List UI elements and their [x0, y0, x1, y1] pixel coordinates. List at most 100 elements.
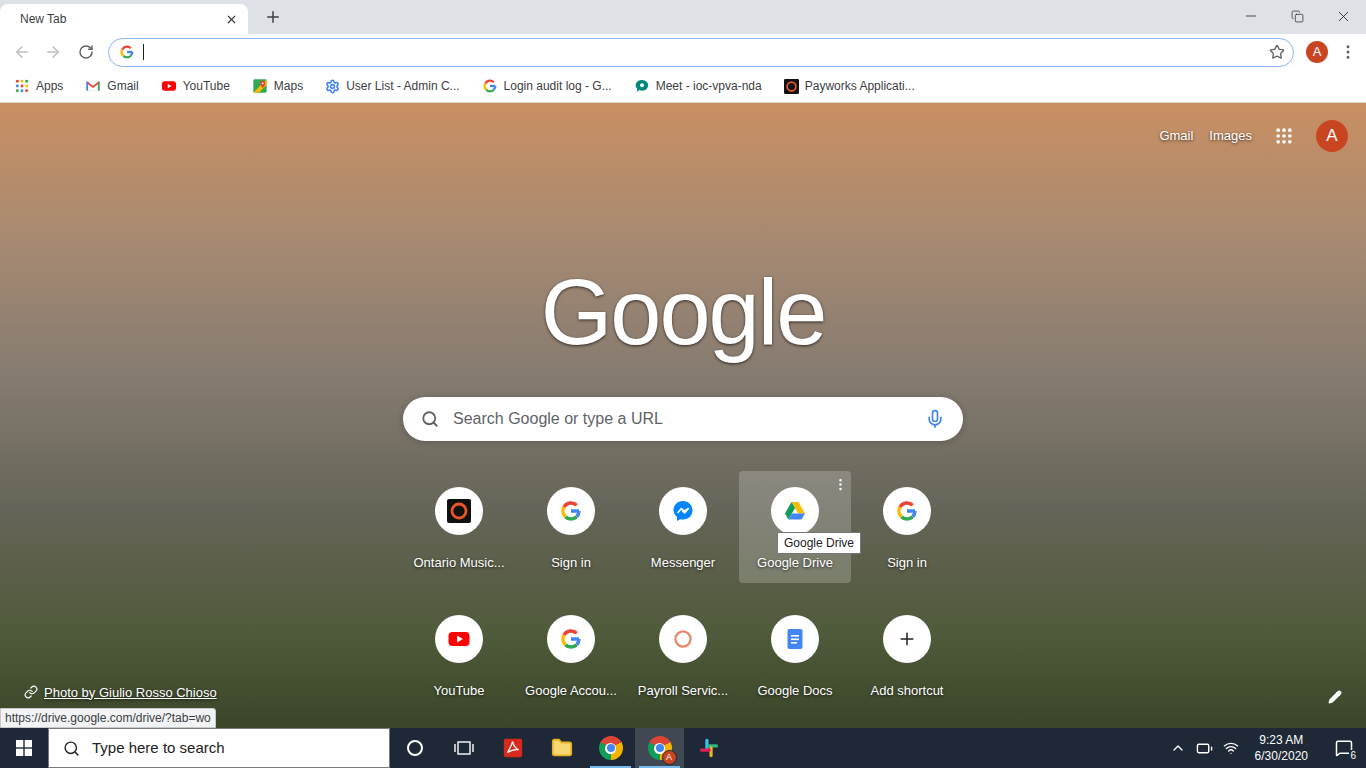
profile-avatar[interactable]: A: [1306, 41, 1328, 63]
shortcut-label: Google Docs: [757, 683, 832, 699]
taskbar-item[interactable]: A: [635, 728, 684, 768]
shortcut-tile[interactable]: Google Docs: [739, 599, 851, 711]
shortcut-icon-circle: [883, 487, 931, 535]
bookmark-label: Login audit log - G...: [504, 77, 612, 95]
google-icon: [482, 78, 498, 94]
google-icon: [119, 44, 135, 60]
toolbar: A: [0, 34, 1366, 70]
customize-button[interactable]: [1328, 690, 1342, 704]
back-button[interactable]: [8, 38, 36, 66]
google-logo: Google: [541, 262, 826, 362]
shortcut-tile[interactable]: Add shortcut: [851, 599, 963, 711]
shortcut-tile[interactable]: YouTube: [403, 599, 515, 711]
shortcut-tile[interactable]: Google DriveGoogle Drive: [739, 471, 851, 583]
menu-button[interactable]: [1336, 38, 1360, 66]
shortcut-tile[interactable]: Sign in: [851, 471, 963, 583]
bookmark[interactable]: Login audit log - G...: [478, 74, 616, 98]
bookmark[interactable]: Payworks Applicati...: [780, 74, 919, 98]
chrome-icon: A: [648, 736, 672, 760]
docs-icon: [783, 627, 807, 651]
close-button[interactable]: [1320, 0, 1366, 32]
search-box[interactable]: Search Google or type a URL: [403, 397, 963, 441]
window-controls: [1228, 0, 1366, 32]
shortcut-tile[interactable]: Sign in: [515, 471, 627, 583]
taskbar-item[interactable]: [439, 728, 488, 768]
shortcut-label: Ontario Music...: [413, 555, 504, 571]
tab-title: New Tab: [20, 10, 66, 28]
chrome-icon: [599, 736, 623, 760]
browser-tab[interactable]: New Tab: [0, 4, 248, 34]
google-icon: [895, 499, 919, 523]
shortcut-label: Payroll Servic...: [638, 683, 728, 699]
apps-grid-icon: [14, 78, 30, 94]
bookmark-star-icon[interactable]: [1269, 44, 1285, 60]
shortcut-tile[interactable]: Google Accou...: [515, 599, 627, 711]
photo-credit[interactable]: Photo by Giulio Rosso Chioso: [24, 683, 217, 703]
shortcut-tile[interactable]: Messenger: [627, 471, 739, 583]
battery-icon[interactable]: [1196, 740, 1213, 757]
action-center-button[interactable]: 6: [1324, 728, 1364, 768]
google-apps-button[interactable]: [1268, 120, 1300, 152]
link-icon: [24, 685, 38, 699]
screen: New Tab A Apps Gmail YouTube Maps User List - …: [0, 0, 1366, 768]
bookmark-label: Payworks Applicati...: [805, 77, 915, 95]
forward-button[interactable]: [39, 38, 67, 66]
shortcut-icon-circle: [883, 615, 931, 663]
taskbar-item[interactable]: [537, 728, 586, 768]
shortcut-menu-button[interactable]: [833, 477, 848, 492]
taskbar-search[interactable]: Type here to search: [48, 728, 390, 768]
slack-icon: [698, 737, 720, 759]
shortcut-icon-circle: [547, 487, 595, 535]
reload-icon: [78, 44, 94, 60]
shortcut-icon-circle: [547, 615, 595, 663]
bookmark[interactable]: Gmail: [81, 74, 142, 98]
minimize-icon: [1243, 8, 1259, 24]
taskbar-item[interactable]: [684, 728, 733, 768]
bookmark-label: Apps: [36, 77, 63, 95]
restore-button[interactable]: [1274, 0, 1320, 32]
bookmark[interactable]: Meet - ioc-vpva-nda: [630, 74, 766, 98]
taskbar-search-placeholder: Type here to search: [92, 737, 225, 760]
show-hidden-icons-icon[interactable]: [1170, 740, 1186, 756]
bookmark[interactable]: Maps: [248, 74, 307, 98]
task-view-icon: [454, 740, 474, 756]
shortcut-label: Messenger: [651, 555, 715, 571]
new-tab-button[interactable]: [260, 4, 286, 30]
shortcut-tile[interactable]: Payroll Servic...: [627, 599, 739, 711]
microphone-icon[interactable]: [925, 409, 945, 429]
taskbar-item[interactable]: [586, 728, 635, 768]
bookmark[interactable]: YouTube: [157, 74, 234, 98]
clock[interactable]: 9:23 AM6/30/2020: [1249, 732, 1314, 764]
tab-close-button[interactable]: [222, 10, 240, 28]
account-avatar[interactable]: A: [1316, 120, 1348, 152]
bookmark[interactable]: User List - Admin C...: [321, 74, 463, 98]
wifi-icon[interactable]: [1223, 740, 1239, 756]
shortcut-tile[interactable]: Ontario Music...: [403, 471, 515, 583]
shortcut-label: Sign in: [887, 555, 927, 571]
omnibox[interactable]: [108, 38, 1294, 67]
pencil-icon: [1328, 690, 1342, 704]
clock-date: 6/30/2020: [1255, 748, 1308, 764]
profile-badge: A: [662, 750, 677, 765]
bookmark-label: Maps: [274, 77, 303, 95]
payworks-icon: [784, 79, 799, 94]
reload-button[interactable]: [72, 38, 100, 66]
bookmark[interactable]: Apps: [10, 74, 67, 98]
new-tab-page: Gmail Images A Google Search Google or type …: [0, 103, 1366, 728]
top-links: Gmail Images A: [0, 103, 1366, 167]
shortcut-label: Sign in: [551, 555, 591, 571]
start-button[interactable]: [0, 728, 48, 768]
shortcut-icon-circle: [435, 615, 483, 663]
maps-icon: [252, 78, 268, 94]
bookmark-label: YouTube: [183, 77, 230, 95]
top-link[interactable]: Images: [1209, 126, 1252, 146]
taskbar-item[interactable]: [488, 728, 537, 768]
youtube-icon: [447, 627, 471, 651]
top-link[interactable]: Gmail: [1159, 126, 1193, 146]
admin-console-icon: [325, 79, 340, 94]
tooltip: Google Drive: [777, 532, 861, 554]
minimize-button[interactable]: [1228, 0, 1274, 32]
windows-logo-icon: [16, 740, 32, 756]
shortcut-icon-circle: [659, 615, 707, 663]
taskbar-item[interactable]: [390, 728, 439, 768]
